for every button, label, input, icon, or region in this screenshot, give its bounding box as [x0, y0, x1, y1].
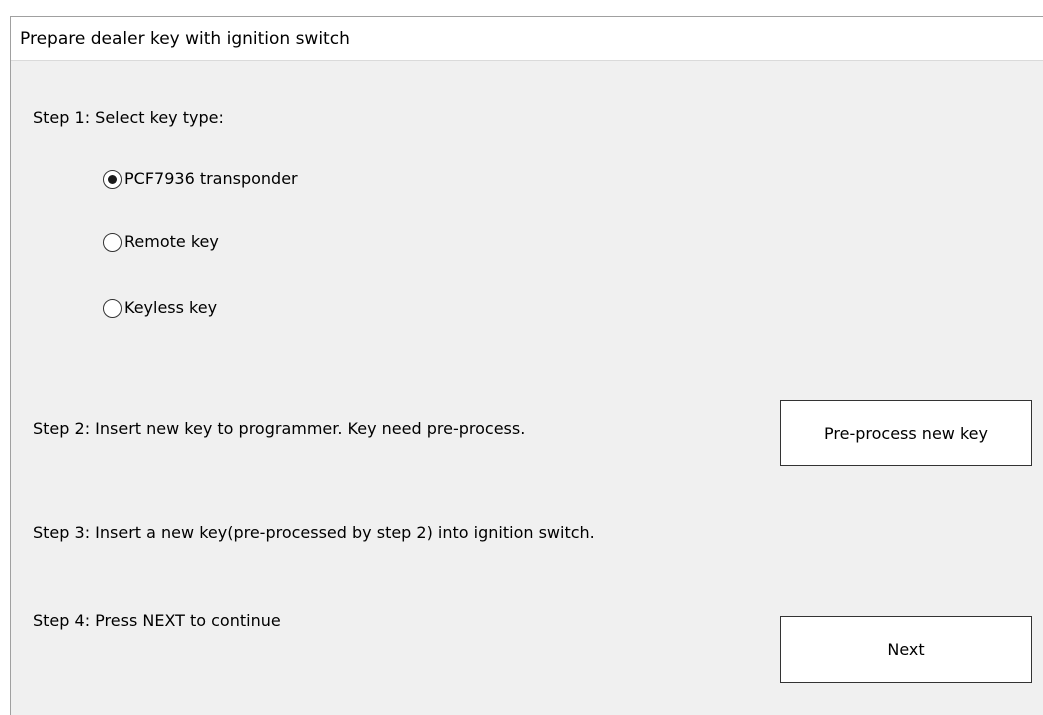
radio-label: Keyless key — [124, 298, 218, 317]
radio-checked-icon — [103, 169, 122, 189]
dialog-title-bar: Prepare dealer key with ignition switch — [11, 17, 1043, 61]
radio-keyless-key[interactable]: Keyless key — [103, 296, 217, 320]
radio-label: PCF7936 transponder — [124, 169, 298, 188]
radio-unchecked-icon — [103, 232, 122, 252]
radio-unchecked-icon — [103, 298, 122, 318]
step2-label: Step 2: Insert new key to programmer. Ke… — [33, 419, 526, 438]
step3-label: Step 3: Insert a new key(pre-processed b… — [33, 523, 595, 542]
radio-pcf7936-transponder[interactable]: PCF7936 transponder — [103, 167, 298, 191]
step1-label: Step 1: Select key type: — [33, 108, 224, 127]
page-background: Prepare dealer key with ignition switch … — [0, 0, 1043, 715]
step4-label: Step 4: Press NEXT to continue — [33, 611, 281, 630]
dialog-title: Prepare dealer key with ignition switch — [20, 29, 350, 49]
radio-label: Remote key — [124, 232, 219, 251]
next-button[interactable]: Next — [780, 616, 1032, 683]
dialog-window: Prepare dealer key with ignition switch … — [10, 16, 1043, 715]
radio-remote-key[interactable]: Remote key — [103, 230, 219, 254]
pre-process-new-key-button[interactable]: Pre-process new key — [780, 400, 1032, 466]
